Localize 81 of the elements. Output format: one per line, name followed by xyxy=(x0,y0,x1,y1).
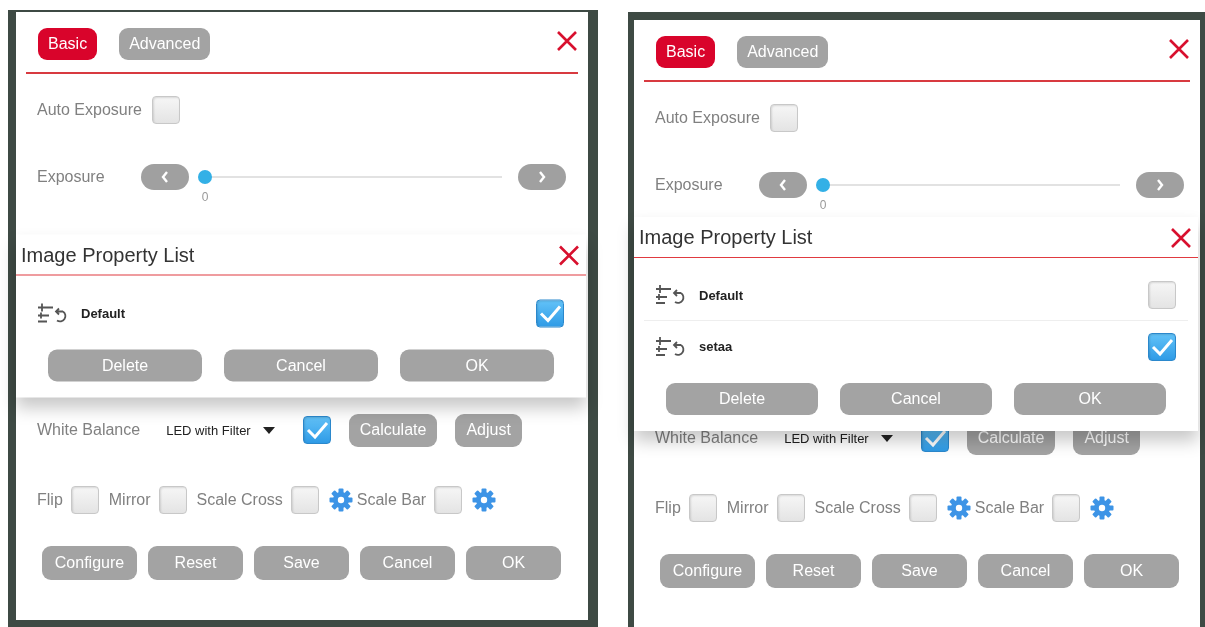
checkbox[interactable] xyxy=(1052,494,1081,522)
checkmark-icon xyxy=(304,420,329,440)
caret-icon xyxy=(262,426,275,434)
setting-label: Scale Bar xyxy=(356,491,427,509)
checkbox[interactable] xyxy=(1148,281,1176,309)
checkbox[interactable] xyxy=(769,104,798,132)
checkbox[interactable] xyxy=(1148,332,1176,361)
list-item[interactable]: setaa xyxy=(644,321,1188,372)
button[interactable]: Delete xyxy=(48,349,202,382)
checkbox[interactable] xyxy=(908,494,937,522)
tab[interactable]: Advanced xyxy=(119,28,211,60)
button[interactable]: OK xyxy=(400,349,554,382)
button[interactable]: OK xyxy=(466,546,561,580)
preset-icon xyxy=(655,335,685,358)
checkmark-icon xyxy=(538,303,562,323)
checkbox[interactable] xyxy=(302,416,331,444)
close-icon[interactable] xyxy=(556,30,578,52)
setting-label: Mirror xyxy=(726,499,769,517)
setting-label: White Balance xyxy=(655,429,759,447)
button[interactable]: Calculate xyxy=(348,413,438,447)
decrease-button[interactable] xyxy=(759,172,807,198)
button[interactable]: Configure xyxy=(660,554,755,588)
slider-thumb[interactable] xyxy=(198,170,212,184)
button[interactable]: Delete xyxy=(666,383,818,415)
increase-button[interactable] xyxy=(1136,172,1184,198)
button[interactable]: Configure xyxy=(42,546,137,580)
checkbox[interactable] xyxy=(776,494,805,522)
setting-label: Flip xyxy=(37,491,63,509)
button[interactable]: Reset xyxy=(766,554,861,588)
gear-icon[interactable] xyxy=(946,496,971,520)
setting-label: Mirror xyxy=(108,491,151,509)
checkbox[interactable] xyxy=(151,96,180,124)
slider-thumb[interactable] xyxy=(816,178,830,192)
dialog-title: Image Property List xyxy=(21,243,195,266)
dropdown[interactable]: LED with Filter xyxy=(166,422,275,438)
checkbox[interactable] xyxy=(434,486,463,514)
slider-value: 0 xyxy=(819,198,827,212)
setting-label: Exposure xyxy=(37,168,106,186)
list-item[interactable]: Default xyxy=(644,270,1188,321)
dropdown[interactable]: LED with Filter xyxy=(784,430,893,446)
dialog-title: Image Property List xyxy=(639,225,813,249)
list-item[interactable]: Default xyxy=(26,287,576,339)
button[interactable]: OK xyxy=(1084,554,1179,588)
checkbox[interactable] xyxy=(70,486,99,514)
setting-label: Scale Cross xyxy=(814,499,901,517)
button[interactable]: Save xyxy=(872,554,967,588)
button[interactable]: Cancel xyxy=(224,349,378,382)
close-icon[interactable] xyxy=(558,244,580,267)
button[interactable]: Cancel xyxy=(978,554,1073,588)
setting-label: Exposure xyxy=(655,176,724,194)
preset-icon xyxy=(37,302,67,324)
button[interactable]: Save xyxy=(254,546,349,580)
setting-label: Scale Cross xyxy=(196,491,283,509)
setting-label: White Balance xyxy=(37,421,141,439)
increase-button[interactable] xyxy=(518,164,566,190)
tab[interactable]: Basic xyxy=(38,28,98,60)
slider-value: 0 xyxy=(201,190,209,204)
close-icon[interactable] xyxy=(1168,38,1190,60)
decrease-button[interactable] xyxy=(141,164,189,190)
close-icon[interactable] xyxy=(1170,227,1192,249)
tab[interactable]: Basic xyxy=(656,36,716,68)
checkbox[interactable] xyxy=(688,494,717,522)
button[interactable]: Cancel xyxy=(360,546,455,580)
checkbox[interactable] xyxy=(536,299,564,327)
gear-icon[interactable] xyxy=(328,488,353,512)
gear-icon[interactable] xyxy=(1090,496,1115,520)
checkmark-icon xyxy=(1150,336,1174,357)
button[interactable]: Adjust xyxy=(455,413,522,447)
tab[interactable]: Advanced xyxy=(737,36,829,68)
caret-icon xyxy=(880,434,893,442)
button[interactable]: Reset xyxy=(148,546,243,580)
setting-label: Auto Exposure xyxy=(655,109,760,127)
setting-label: Flip xyxy=(655,499,681,517)
gear-icon[interactable] xyxy=(472,488,497,512)
setting-label: Scale Bar xyxy=(974,499,1045,517)
button[interactable]: Cancel xyxy=(840,383,992,415)
preset-icon xyxy=(655,284,685,306)
checkbox[interactable] xyxy=(290,486,319,514)
checkbox[interactable] xyxy=(158,486,187,514)
setting-label: Auto Exposure xyxy=(37,101,142,119)
button[interactable]: OK xyxy=(1014,383,1166,415)
